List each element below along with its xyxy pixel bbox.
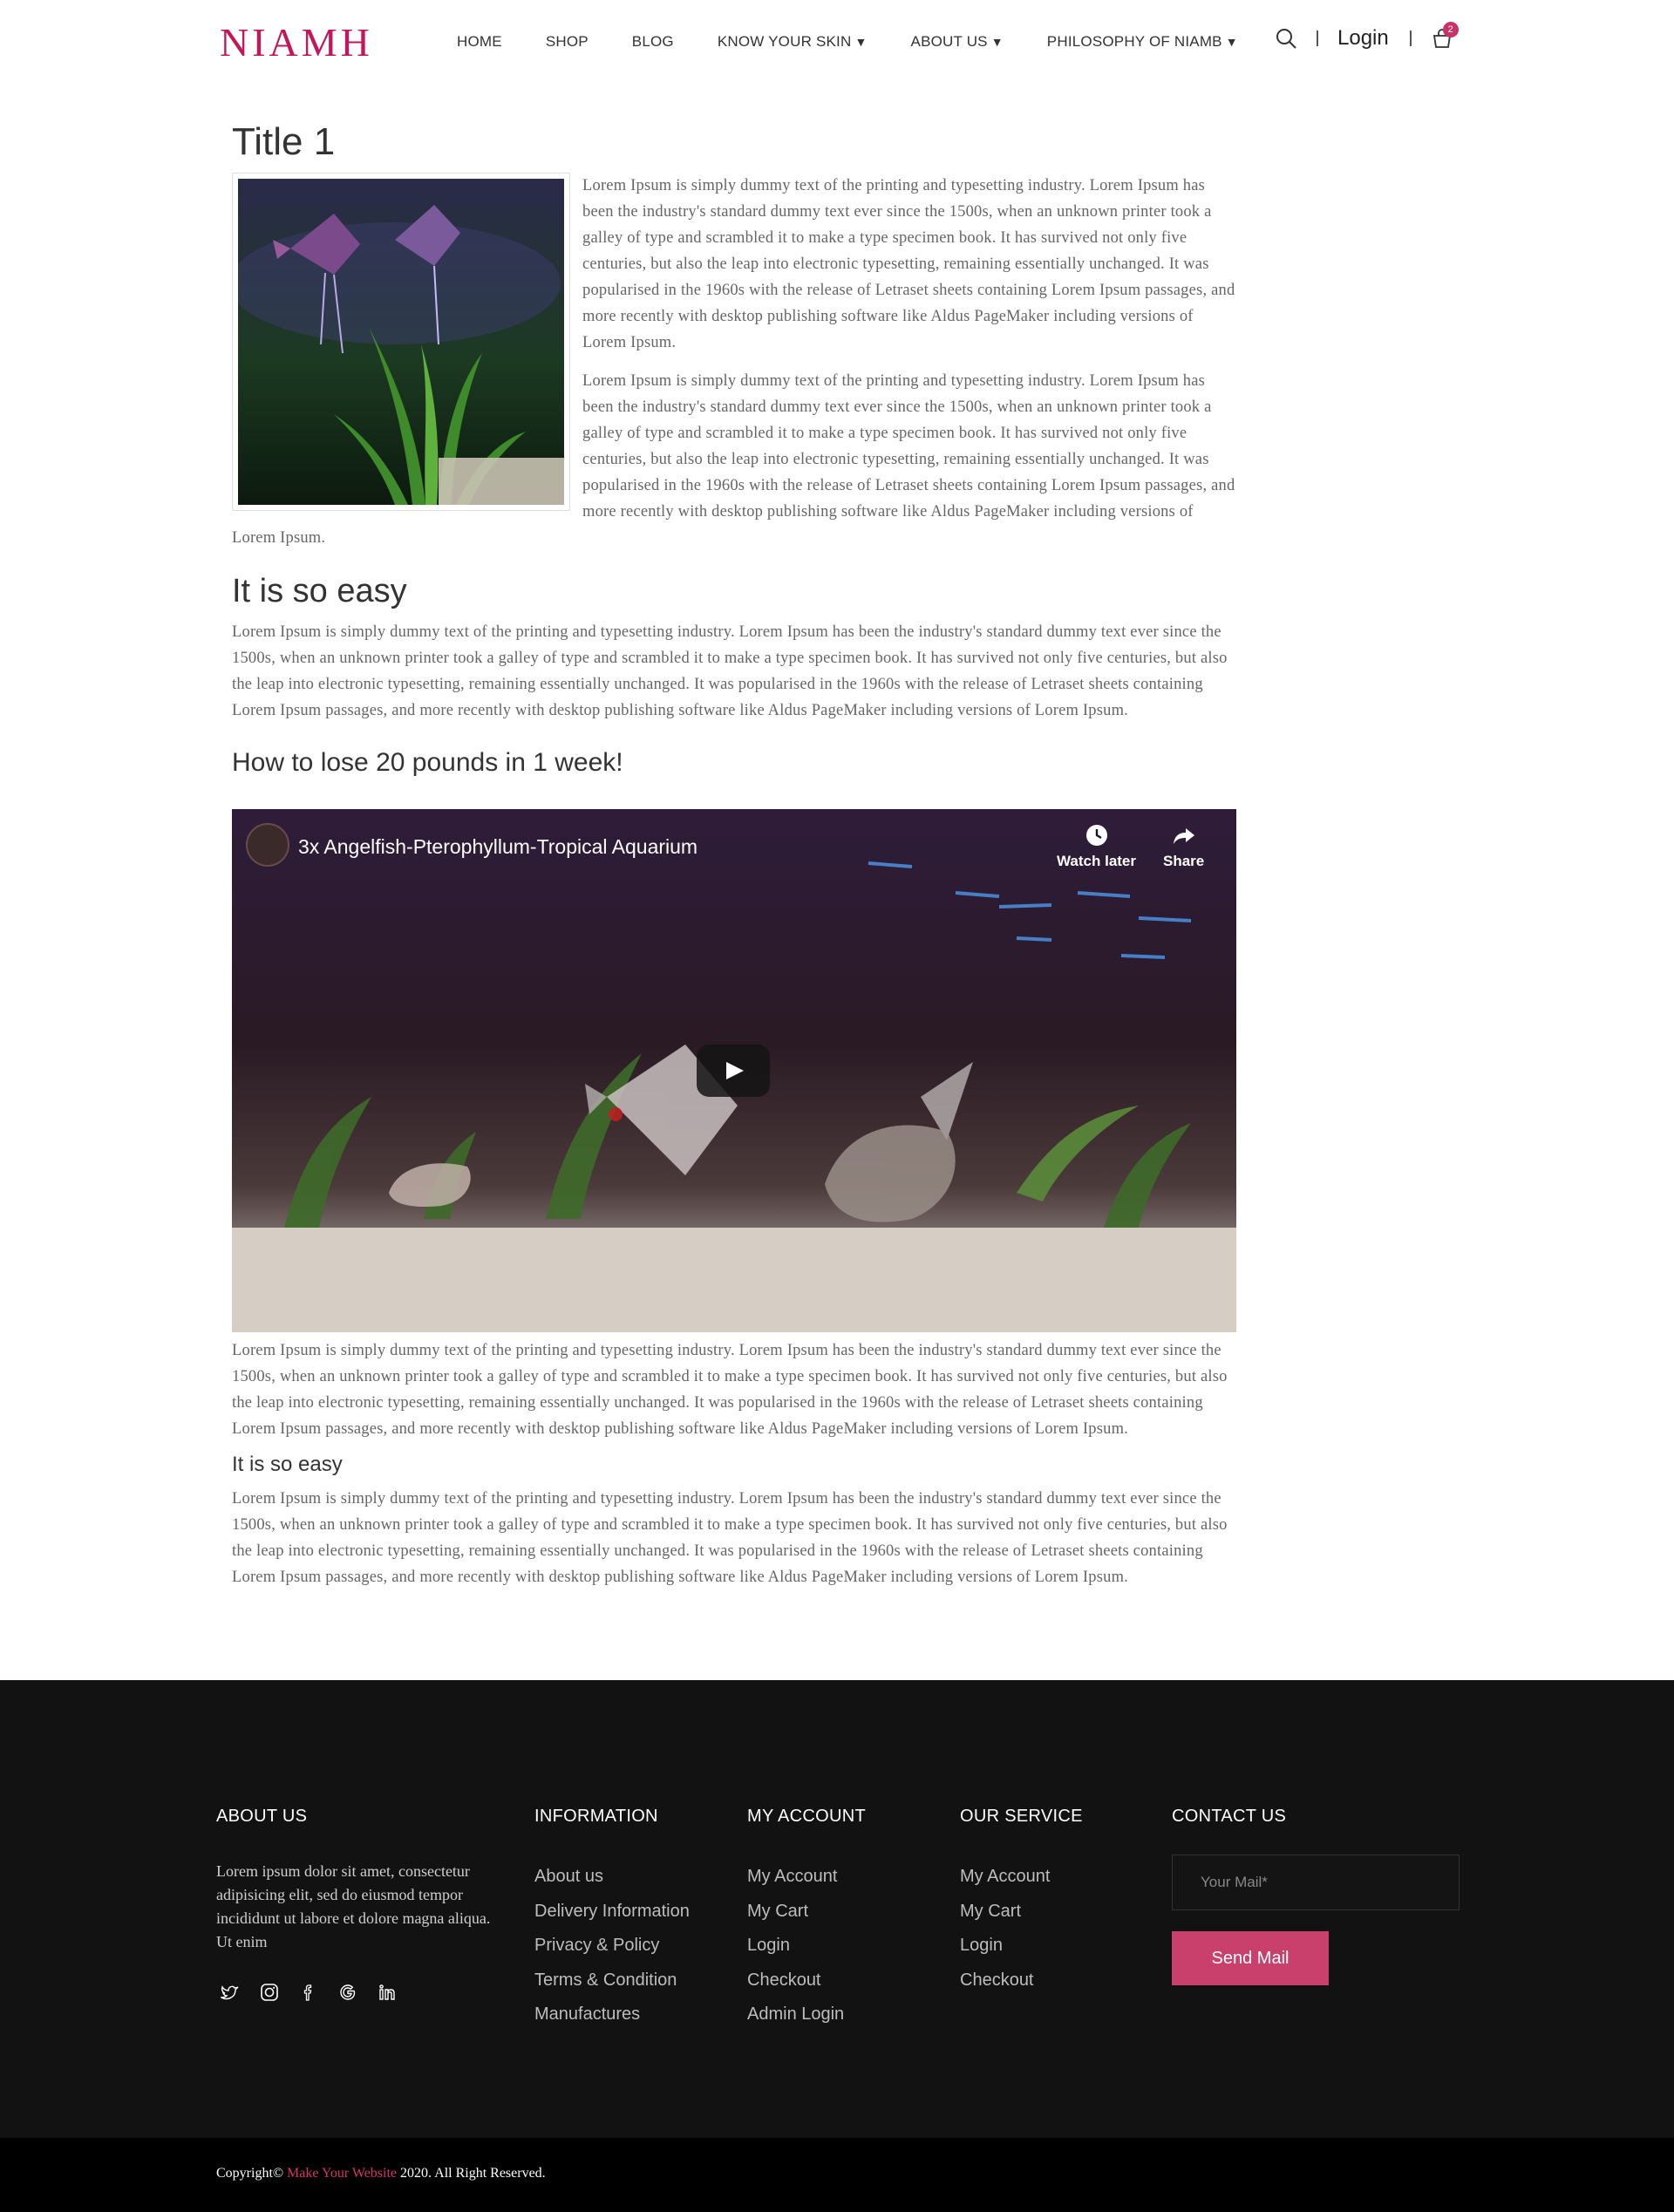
nav-shop[interactable]: SHOP: [546, 33, 589, 51]
footer-heading: CONTACT US: [1172, 1807, 1287, 1826]
send-mail-button[interactable]: Send Mail: [1172, 1931, 1329, 1985]
video-embed[interactable]: 3x Angelfish-Pterophyllum-Tropical Aquar…: [232, 809, 1236, 1332]
nav-home-label: HOME: [457, 33, 502, 50]
login-link[interactable]: Login: [1337, 26, 1389, 51]
footer-link[interactable]: About us: [534, 1860, 690, 1895]
footer-link[interactable]: Checkout: [960, 1964, 1083, 1998]
footer-information: INFORMATION About us Delivery Informatio…: [534, 1807, 690, 2032]
footer-heading: INFORMATION: [534, 1807, 658, 1826]
footer-link[interactable]: My Account: [960, 1860, 1083, 1895]
footer-link[interactable]: Admin Login: [747, 1998, 866, 2032]
footer-link[interactable]: Login: [960, 1929, 1083, 1964]
footer-links: About us Delivery Information Privacy & …: [534, 1860, 690, 2032]
copyright-suffix: 2020. All Right Reserved.: [397, 2166, 546, 2181]
footer-contact: CONTACT US: [1172, 1807, 1286, 1860]
nav-philosophy-label: PHILOSOPHY OF NIAMB: [1046, 33, 1222, 50]
share-button[interactable]: Share: [1163, 823, 1204, 870]
watch-later-button[interactable]: Watch later: [1057, 823, 1136, 870]
footer-link[interactable]: Manufactures: [534, 1998, 690, 2032]
section-heading: It is so easy: [232, 1453, 343, 1476]
footer-link[interactable]: Delivery Information: [534, 1895, 690, 1930]
nav-blog[interactable]: BLOG: [632, 33, 674, 51]
article-paragraph: Lorem Ipsum is simply dummy text of the …: [232, 623, 1228, 719]
nav-blog-label: BLOG: [631, 33, 674, 50]
footer-links: My Account My Cart Login Checkout Admin …: [747, 1860, 866, 2032]
play-icon: [726, 1062, 744, 1079]
footer-about-text: Lorem ipsum dolor sit amet, consectetur …: [216, 1862, 491, 1950]
caret-down-icon: ▼: [854, 35, 868, 49]
email-field[interactable]: Your Mail*: [1172, 1855, 1460, 1910]
site-header: NIAMH HOME SHOP BLOG KNOW YOUR SKIN ▼ ABO…: [0, 0, 1674, 87]
divider: [1317, 31, 1318, 46]
play-button[interactable]: [697, 1045, 770, 1097]
nav-know-your-skin[interactable]: KNOW YOUR SKIN ▼: [718, 33, 868, 51]
footer-link[interactable]: Login: [747, 1929, 866, 1964]
footer-link[interactable]: Terms & Condition: [534, 1964, 690, 1998]
footer-heading: MY ACCOUNT: [747, 1807, 866, 1826]
clock-icon: [1085, 825, 1107, 846]
article-paragraph: Lorem Ipsum is simply dummy text of the …: [232, 1342, 1228, 1438]
footer-our-service: OUR SERVICE My Account My Cart Login Che…: [960, 1807, 1083, 1998]
search-icon[interactable]: [1275, 27, 1297, 50]
site-footer: ABOUT US Lorem ipsum dolor sit amet, con…: [0, 1680, 1674, 2138]
nav-home[interactable]: HOME: [457, 33, 502, 51]
site-logo[interactable]: NIAMH: [220, 19, 373, 65]
article: Title 1 Lorem Ipsum is simply dummy text…: [232, 122, 1236, 1590]
nav-shop-label: SHOP: [545, 33, 589, 50]
watch-later-label: Watch later: [1057, 853, 1137, 869]
cart-button[interactable]: 2: [1431, 22, 1459, 50]
share-icon: [1173, 828, 1194, 844]
article-title: Title 1: [232, 120, 336, 163]
copyright-prefix: Copyright©: [216, 2166, 288, 2181]
share-label: Share: [1163, 853, 1205, 869]
google-icon[interactable]: [337, 1982, 358, 2003]
nav-about-us-label: ABOUT US: [910, 33, 988, 50]
caret-down-icon: ▼: [990, 35, 1004, 49]
section-heading: It is so easy: [232, 573, 407, 609]
facebook-icon[interactable]: [298, 1982, 319, 2003]
instagram-icon[interactable]: [259, 1982, 280, 2003]
copyright-brand-link[interactable]: Make Your Website: [287, 2166, 397, 2181]
social-links: [220, 1982, 398, 2003]
divider: [1409, 31, 1412, 46]
twitter-icon[interactable]: [220, 1982, 241, 2003]
article-paragraph: Lorem Ipsum is simply dummy text of the …: [232, 1490, 1228, 1586]
footer-link[interactable]: Checkout: [747, 1964, 866, 1998]
footer-heading: OUR SERVICE: [960, 1807, 1083, 1826]
section-heading: How to lose 20 pounds in 1 week!: [232, 748, 623, 777]
footer-my-account: MY ACCOUNT My Account My Cart Login Chec…: [747, 1807, 866, 2032]
nav-know-your-skin-label: KNOW YOUR SKIN: [717, 33, 852, 50]
caret-down-icon: ▼: [1225, 35, 1238, 49]
footer-about: ABOUT US Lorem ipsum dolor sit amet, con…: [216, 1807, 504, 1954]
footer-links: My Account My Cart Login Checkout: [960, 1860, 1083, 1998]
footer-link[interactable]: My Cart: [960, 1895, 1083, 1930]
footer-link[interactable]: Privacy & Policy: [534, 1929, 690, 1964]
linkedin-icon[interactable]: [377, 1982, 398, 2003]
copyright-bar: Copyright© Make Your Website 2020. All R…: [0, 2138, 1674, 2212]
footer-link[interactable]: My Cart: [747, 1895, 866, 1930]
nav-philosophy[interactable]: PHILOSOPHY OF NIAMB ▼: [1047, 33, 1238, 51]
copyright-text: Copyright© Make Your Website 2020. All R…: [216, 2166, 546, 2181]
article-image: [232, 173, 570, 511]
cart-count-badge: 2: [1442, 22, 1459, 37]
header-actions: Login 2: [1275, 22, 1459, 51]
nav-about-us[interactable]: ABOUT US ▼: [911, 33, 1004, 51]
channel-avatar[interactable]: [246, 823, 289, 867]
main-nav: HOME SHOP BLOG KNOW YOUR SKIN ▼ ABOUT US ▼…: [457, 33, 1238, 51]
video-title[interactable]: 3x Angelfish-Pterophyllum-Tropical Aquar…: [298, 835, 698, 859]
footer-heading: ABOUT US: [216, 1807, 308, 1826]
footer-link[interactable]: My Account: [747, 1860, 866, 1895]
